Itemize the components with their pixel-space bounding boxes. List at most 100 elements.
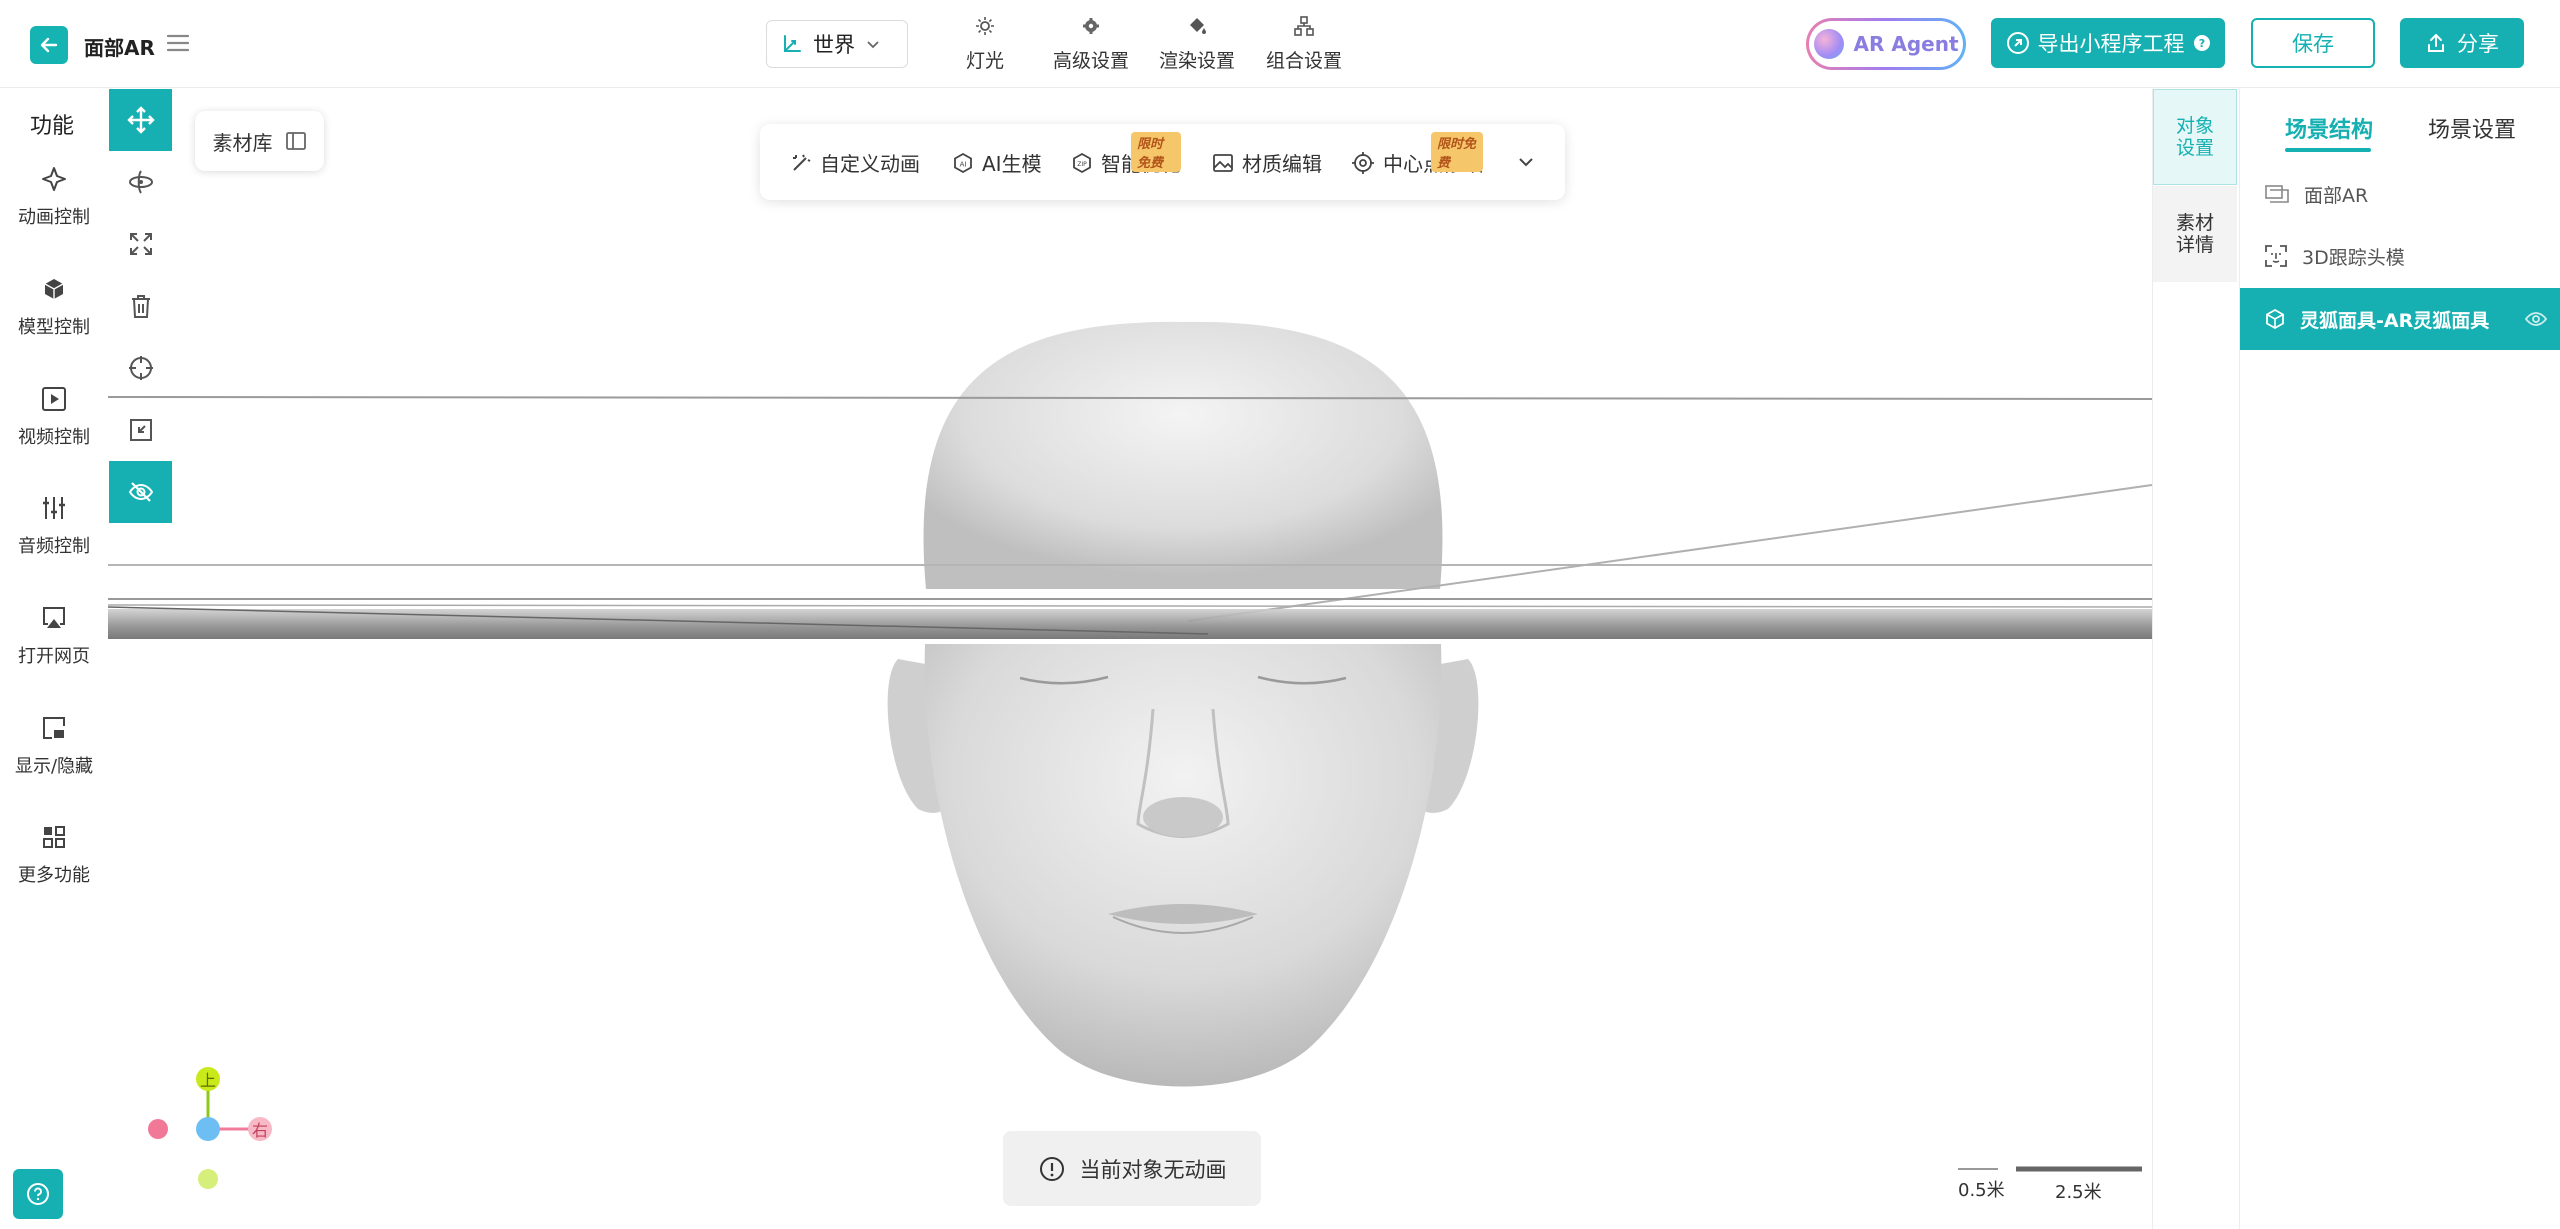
menu-icon[interactable] (165, 30, 191, 56)
share-label: 分享 (2457, 32, 2499, 56)
scale-large-label: 2.5米 (2055, 1182, 2102, 1203)
grid-icon (43, 826, 65, 848)
fit-tool-button[interactable] (109, 399, 172, 461)
save-button[interactable]: 保存 (2251, 18, 2375, 68)
ar-agent-label: AR Agent (1853, 32, 1959, 56)
focus-tool-button[interactable] (109, 337, 172, 399)
tree-item-label: 灵狐面具-AR灵狐面具 (2300, 309, 2490, 332)
export-miniprogram-button[interactable]: 导出小程序工程 ? (1991, 18, 2225, 68)
sun-icon (974, 14, 996, 38)
gizmo-center (196, 1117, 220, 1141)
tab-asset-details[interactable]: 素材详情 (2153, 186, 2237, 282)
limited-free-tag: 限时免费 (1431, 132, 1483, 172)
ai-model-button[interactable]: AI AI生模 (952, 148, 1042, 177)
back-button[interactable] (30, 26, 68, 64)
sliders-icon (43, 497, 65, 519)
asset-library-button[interactable]: 素材库 (195, 111, 324, 171)
info-icon (1039, 1156, 1064, 1181)
light-tool-label: 灯光 (966, 50, 1005, 72)
scale-icon (129, 233, 152, 255)
ai-cube-icon: AI (954, 152, 972, 173)
move-tool-button[interactable] (109, 89, 172, 151)
group-settings-tool[interactable]: 组合设置 (1266, 14, 1342, 73)
chevron-down-icon (1519, 158, 1533, 167)
tab-object-settings[interactable]: 对象设置 (2153, 89, 2237, 185)
audio-control-item[interactable]: 音频控制 (0, 494, 108, 558)
arrow-left-icon (40, 37, 58, 53)
tree-item-label: 面部AR (2304, 184, 2369, 207)
audio-control-label: 音频控制 (18, 536, 90, 557)
render-settings-label: 渲染设置 (1159, 50, 1236, 72)
visibility-tool-button[interactable] (109, 461, 172, 523)
custom-animation-button[interactable]: 自定义动画 (790, 148, 920, 177)
light-tool[interactable]: 灯光 (966, 14, 1004, 73)
tab-scene-structure[interactable]: 场景结构 (2285, 112, 2373, 144)
open-webpage-label: 打开网页 (18, 646, 90, 667)
animation-control-item[interactable]: 动画控制 (0, 165, 108, 229)
object-action-toolbar: 自定义动画 AI AI生模 ZIP 智能优化 限时免费 材质编辑 中心点修改 限… (760, 124, 1565, 200)
pivot-edit-button[interactable]: 中心点修改 限时免费 (1351, 132, 1483, 177)
glitch-band (108, 609, 2152, 639)
no-animation-text: 当前对象无动画 (1079, 1157, 1227, 1182)
video-control-item[interactable]: 视频控制 (0, 385, 108, 449)
zip-icon: ZIP (1073, 152, 1091, 173)
svg-text:AI: AI (960, 160, 967, 168)
rotate-tool-button[interactable] (109, 151, 172, 213)
picture-in-picture-icon (43, 717, 65, 739)
transform-tool-strip (109, 89, 172, 525)
delete-tool-button[interactable] (109, 275, 172, 337)
ar-agent-button[interactable]: AR Agent (1806, 18, 1966, 70)
image-icon (1213, 153, 1233, 172)
smart-optimize-button[interactable]: ZIP 智能优化 限时免费 (1071, 132, 1181, 177)
axis-gizmo: 上 右 (148, 1067, 272, 1189)
app-title: 面部AR (84, 36, 155, 60)
airplay-icon (43, 607, 65, 628)
scale-small-label: 0.5米 (1958, 1180, 2005, 1201)
shrink-icon (129, 419, 152, 441)
paint-bucket-icon (1186, 14, 1208, 38)
help-circle-icon[interactable]: ? (2193, 34, 2211, 52)
advanced-settings-tool[interactable]: 高级设置 (1053, 14, 1129, 73)
scale-tool-button[interactable] (109, 213, 172, 275)
tree-item-label: 3D跟踪头模 (2302, 246, 2405, 269)
tab-asset-details-label: 素材详情 (2175, 212, 2214, 256)
render-settings-tool[interactable]: 渲染设置 (1159, 14, 1235, 73)
3d-viewport[interactable]: 上 右 (108, 89, 2152, 1229)
chevron-down-icon (867, 41, 879, 49)
eye-off-icon (128, 482, 153, 502)
more-functions-label: 更多功能 (18, 865, 90, 886)
more-functions-item[interactable]: 更多功能 (0, 823, 108, 887)
model-control-item[interactable]: 模型控制 (0, 275, 108, 339)
animation-control-label: 动画控制 (18, 207, 90, 228)
link-icon (2006, 32, 2029, 54)
tab-scene-settings[interactable]: 场景设置 (2428, 112, 2516, 144)
material-edit-button[interactable]: 材质编辑 (1212, 148, 1322, 177)
help-button[interactable] (13, 1169, 63, 1219)
sparkle-icon (42, 167, 66, 191)
agent-orb-icon (1813, 29, 1844, 59)
open-webpage-item[interactable]: 打开网页 (0, 604, 108, 668)
coordinate-mode-select[interactable]: 世界 (766, 20, 908, 68)
asset-library-label: 素材库 (212, 130, 273, 155)
scene-render: 上 右 (108, 321, 2152, 1189)
cube-outline-icon (2266, 308, 2284, 330)
eye-icon[interactable] (2524, 308, 2548, 330)
share-button[interactable]: 分享 (2400, 18, 2524, 68)
rotate-icon (128, 170, 153, 194)
tree-item-face-ar[interactable]: 面部AR (2240, 163, 2560, 225)
gizmo-left-handle (148, 1119, 168, 1139)
gear-icon (1080, 14, 1102, 38)
coordinate-mode-label: 世界 (813, 33, 855, 57)
wand-icon (793, 154, 811, 171)
video-control-label: 视频控制 (18, 427, 90, 448)
ai-model-label: AI生模 (982, 152, 1042, 176)
tree-item-head-tracker[interactable]: 3D跟踪头模 (2240, 225, 2560, 287)
custom-animation-label: 自定义动画 (820, 152, 920, 176)
limited-free-tag: 限时免费 (1131, 132, 1181, 172)
question-icon (27, 1183, 49, 1205)
tree-item-fox-mask[interactable]: 灵狐面具-AR灵狐面具 (2240, 288, 2560, 350)
more-actions-button[interactable] (1516, 152, 1536, 172)
export-label: 导出小程序工程 (2037, 32, 2185, 56)
show-hide-item[interactable]: 显示/隐藏 (0, 714, 108, 778)
model-control-label: 模型控制 (18, 317, 90, 338)
